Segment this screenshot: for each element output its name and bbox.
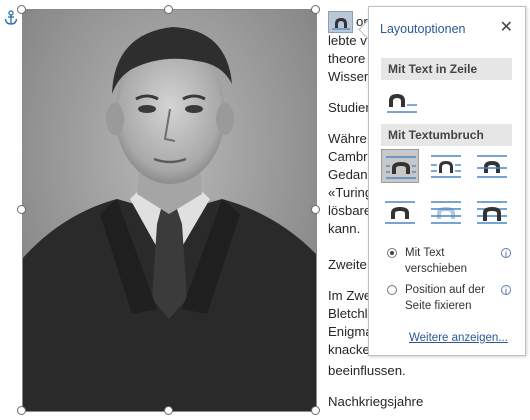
doc-line: kann. [328,221,361,236]
doc-line: Im Zwe [328,288,372,303]
doc-line: theore [328,51,366,66]
info-icon[interactable]: i [501,248,511,259]
wrap-tight-option[interactable] [427,149,465,183]
resize-handle-top[interactable] [164,5,173,14]
anchor-icon[interactable] [4,10,18,26]
doc-line: Cambr [328,149,368,164]
resize-handle-top-left[interactable] [17,5,26,14]
resize-handle-left[interactable] [17,205,26,214]
radio-unselected-icon[interactable] [387,285,397,295]
resize-handle-top-right[interactable] [311,5,320,14]
move-with-text-label: Mit Text verschieben [405,247,468,275]
doc-line: lebte v [328,33,367,48]
section-inline-heading: Mit Text in Zeile [381,58,512,80]
doc-line: Wissen [328,69,372,84]
doc-line: knacke [328,342,370,357]
resize-handle-right[interactable] [311,205,320,214]
wrap-through-option[interactable] [473,149,511,183]
layout-options-panel: Layoutoptionen ✕ Mit Text in Zeile Mit T… [368,6,526,356]
doc-line: beeinflussen. [328,363,406,378]
fix-position-label: Position auf der Seite fixieren [405,284,485,312]
doc-line: Nachkriegsjahre [328,394,424,409]
close-icon[interactable]: ✕ [500,20,513,36]
resize-handle-bottom[interactable] [164,406,173,415]
doc-line: Enigma [328,324,373,339]
see-more-link[interactable]: Weitere anzeigen... [409,332,508,344]
fix-position-radio[interactable]: Position auf der Seite fixieren [387,282,517,316]
move-with-text-radio[interactable]: Mit Text verschieben [387,245,517,279]
layout-options-button[interactable] [328,11,353,33]
wrap-top-bottom-option[interactable] [381,195,419,229]
resize-handle-bottom-left[interactable] [17,406,26,415]
wrap-square-option[interactable] [381,149,419,183]
doc-line: Studier [328,100,370,115]
doc-line: Währe [328,131,367,146]
wrap-in-front-option[interactable] [473,195,511,229]
doc-line: lösbare [328,203,372,218]
doc-line: Zweite [328,257,367,272]
doc-line: Bletchl [328,306,368,321]
inline-with-text-option[interactable] [383,86,421,120]
doc-line: «Turing [328,185,373,200]
panel-title: Layoutoptionen [380,22,466,36]
resize-handle-bottom-right[interactable] [311,406,320,415]
radio-selected-icon[interactable] [387,248,397,258]
section-wrap-heading: Mit Textumbruch [381,124,512,146]
info-icon[interactable]: i [501,285,511,296]
wrap-behind-text-option[interactable] [427,195,465,229]
layout-options-icon [332,18,350,30]
selection-frame [22,9,317,412]
